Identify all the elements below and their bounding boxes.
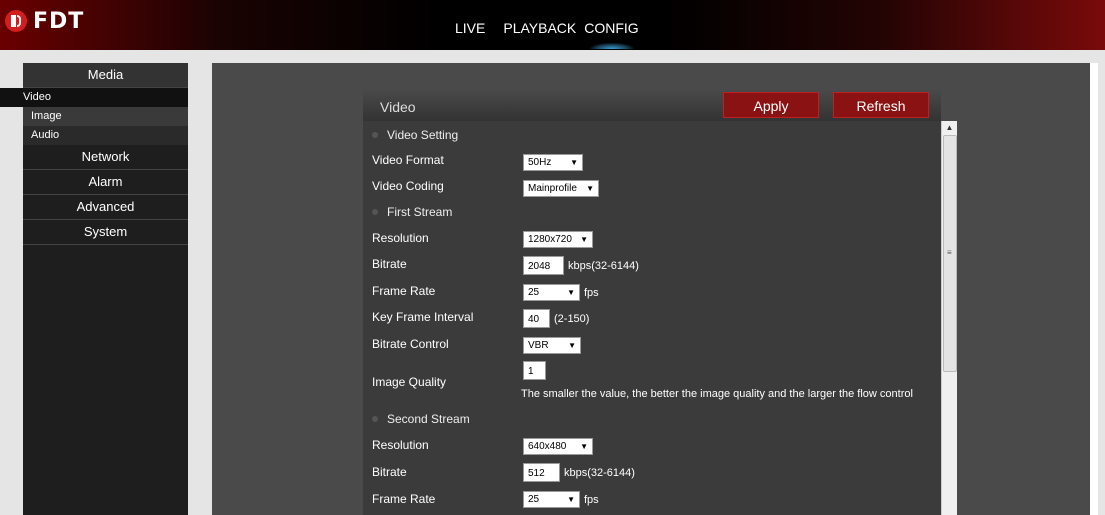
chevron-down-icon: ▼	[570, 158, 578, 167]
first-framerate-unit: fps	[584, 286, 599, 299]
panel-scrollbar[interactable]: ▲ ≡	[941, 121, 957, 515]
section-label: First Stream	[387, 205, 453, 219]
top-nav: LIVE PLAYBACK CONFIG	[455, 20, 639, 36]
first-bitrate-input[interactable]: 2048	[523, 256, 564, 275]
active-nav-indicator	[590, 43, 634, 49]
sidebar: Media Video Image Audio Network Alarm Ad…	[0, 63, 188, 515]
first-framerate-select[interactable]: 25 ▼	[523, 284, 580, 301]
bullet-icon	[372, 209, 378, 215]
chevron-down-icon: ▼	[580, 235, 588, 244]
video-format-control: 50Hz ▼	[523, 154, 583, 171]
bullet-icon	[372, 416, 378, 422]
first-bitrate-range: kbps(32-6144)	[568, 259, 639, 272]
image-quality-input[interactable]: 1	[523, 361, 546, 380]
second-resolution-select[interactable]: 640x480 ▼	[523, 438, 593, 455]
section-first-stream: First Stream	[372, 205, 452, 219]
chevron-down-icon: ▼	[567, 495, 575, 504]
logo-text: FDT	[33, 8, 85, 34]
chevron-down-icon: ▼	[567, 288, 575, 297]
sidebar-item-system[interactable]: System	[23, 220, 188, 245]
nav-live[interactable]: LIVE	[455, 20, 485, 36]
second-bitrate-range: kbps(32-6144)	[564, 466, 635, 479]
image-quality-hint: The smaller the value, the better the im…	[521, 388, 913, 400]
section-label: Second Stream	[387, 412, 470, 426]
sidebar-subitem-image[interactable]: Image	[23, 107, 188, 126]
bullet-icon	[372, 132, 378, 138]
second-bitrate-label: Bitrate	[372, 465, 407, 479]
section-second-stream: Second Stream	[372, 412, 470, 426]
second-resolution-control: 640x480 ▼	[523, 438, 593, 455]
second-bitrate-input[interactable]: 512	[523, 463, 560, 482]
second-framerate-unit: fps	[584, 493, 599, 506]
chevron-down-icon: ▼	[580, 442, 588, 451]
first-keyframe-label: Key Frame Interval	[372, 310, 474, 324]
refresh-button[interactable]: Refresh	[833, 92, 929, 118]
sidebar-item-network[interactable]: Network	[23, 145, 188, 170]
section-video-setting: Video Setting	[372, 128, 458, 142]
first-bitrate-control-value: VBR	[528, 340, 549, 351]
first-bitrate-control: 2048 kbps(32-6144)	[523, 256, 639, 275]
first-bitrate-control-control: VBR ▼	[523, 337, 581, 354]
apply-button[interactable]: Apply	[723, 92, 819, 118]
video-coding-value: Mainprofile	[528, 183, 577, 194]
video-format-label: Video Format	[372, 153, 444, 167]
sidebar-subitem-audio[interactable]: Audio	[23, 126, 188, 145]
second-framerate-select[interactable]: 25 ▼	[523, 491, 580, 508]
second-bitrate-control: 512 kbps(32-6144)	[523, 463, 635, 482]
first-keyframe-control: 40 (2-150)	[523, 309, 589, 328]
sidebar-item-media[interactable]: Media	[23, 63, 188, 88]
second-resolution-value: 640x480	[528, 441, 567, 452]
video-coding-label: Video Coding	[372, 179, 444, 193]
first-bitrate-control-label: Bitrate Control	[372, 337, 449, 351]
image-quality-label: Image Quality	[372, 375, 447, 389]
second-resolution-label: Resolution	[372, 438, 429, 452]
right-edge	[1090, 63, 1098, 515]
first-bitrate-control-select[interactable]: VBR ▼	[523, 337, 581, 354]
second-framerate-value: 25	[528, 494, 540, 505]
scroll-thumb[interactable]: ≡	[943, 135, 957, 372]
nav-playback[interactable]: PLAYBACK	[503, 20, 576, 36]
video-format-select[interactable]: 50Hz ▼	[523, 154, 583, 171]
first-resolution-value: 1280x720	[528, 234, 572, 245]
panel-header: Video Apply Refresh	[363, 89, 941, 121]
video-panel	[363, 89, 941, 515]
first-keyframe-range: (2-150)	[554, 312, 590, 325]
video-coding-select[interactable]: Mainprofile ▼	[523, 180, 599, 197]
image-quality-control: 1	[523, 361, 546, 380]
grip-icon: ≡	[947, 248, 952, 257]
video-format-value: 50Hz	[528, 157, 552, 168]
chevron-down-icon: ▼	[586, 184, 594, 193]
section-label: Video Setting	[387, 128, 459, 142]
panel-title: Video	[380, 99, 416, 115]
sidebar-item-advanced[interactable]: Advanced	[23, 195, 188, 220]
video-coding-control: Mainprofile ▼	[523, 180, 599, 197]
logo: FDT	[5, 8, 84, 34]
nav-config[interactable]: CONFIG	[584, 20, 638, 36]
first-framerate-control: 25 ▼ fps	[523, 284, 599, 301]
sidebar-subitem-video[interactable]: Video	[0, 88, 188, 107]
sidebar-item-alarm[interactable]: Alarm	[23, 170, 188, 195]
chevron-down-icon: ▼	[568, 341, 576, 350]
scroll-up-arrow-icon[interactable]: ▲	[942, 121, 957, 135]
first-keyframe-input[interactable]: 40	[523, 309, 550, 328]
first-framerate-value: 25	[528, 287, 540, 298]
first-resolution-control: 1280x720 ▼	[523, 231, 593, 248]
second-framerate-control: 25 ▼ fps	[523, 491, 599, 508]
first-bitrate-label: Bitrate	[372, 257, 407, 271]
fdt-logo-icon	[5, 10, 27, 32]
first-framerate-label: Frame Rate	[372, 284, 436, 298]
first-resolution-select[interactable]: 1280x720 ▼	[523, 231, 593, 248]
first-resolution-label: Resolution	[372, 231, 429, 245]
second-framerate-label: Frame Rate	[372, 492, 436, 506]
top-bar: FDT LIVE PLAYBACK CONFIG	[0, 0, 1105, 50]
